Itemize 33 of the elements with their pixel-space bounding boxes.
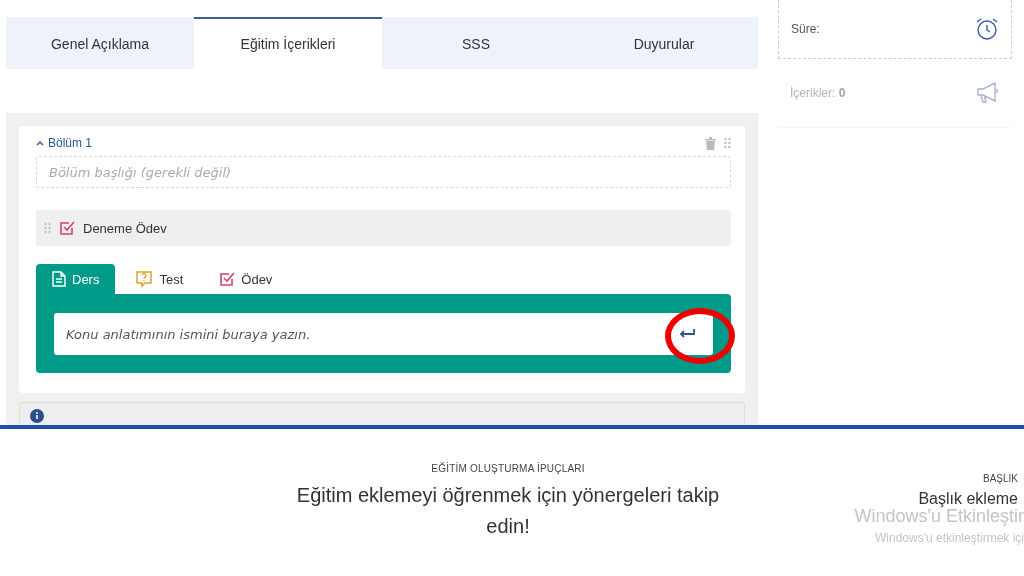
title-eyebrow: BAŞLIK (982, 473, 1018, 484)
info-icon (30, 409, 44, 423)
topic-name-field[interactable]: Konu anlatımının ismini buraya yazın. (54, 313, 661, 355)
tab[interactable]: Duyurular (570, 17, 758, 69)
contents-count-label: İçerikler: 0 (790, 86, 846, 100)
content-item[interactable]: Deneme Ödev (36, 210, 731, 246)
trash-icon[interactable] (705, 136, 716, 150)
chevron-icon (36, 140, 44, 146)
tab[interactable]: Genel Açıklama (6, 17, 194, 69)
highlight-circle (665, 308, 735, 364)
alarm-clock-icon (975, 17, 999, 41)
duration-label: Süre: (791, 22, 820, 36)
tab[interactable]: SSS (382, 17, 570, 69)
activation-watermark-title: Windows'u Etkinleştir (854, 506, 1024, 527)
megaphone-icon (976, 82, 1000, 104)
tab[interactable]: Eğitim İçerikleri (194, 17, 382, 69)
content-item-title: Deneme Ödev (83, 220, 167, 236)
checkbox-icon (59, 220, 75, 236)
checkbox-icon (219, 271, 236, 287)
title-heading: Başlık ekleme (918, 490, 1018, 508)
section-toggle[interactable]: Bölüm 1 (36, 136, 93, 150)
activation-watermark-text: Windows'u etkinleştirmek içi (875, 531, 1024, 545)
drag-handle-icon[interactable] (44, 221, 51, 235)
content-type-tab[interactable]: Test (119, 264, 200, 294)
new-section-bar[interactable] (19, 402, 745, 425)
tips-heading: Eğitim eklemeyi öğrenmek için yönergeleri takip edin! (295, 483, 721, 539)
tips-eyebrow: EĞİTİM OLUŞTURMA İPUÇLARI (430, 463, 586, 474)
content-type-tab[interactable]: Ödev (203, 264, 289, 294)
question-bubble-icon (135, 270, 154, 288)
enter-arrow-icon (679, 329, 695, 339)
drag-handle-icon[interactable] (724, 136, 731, 150)
document-icon (52, 271, 66, 287)
section-title-field[interactable]: Bölüm başlığı (gerekli değil) (36, 156, 731, 188)
